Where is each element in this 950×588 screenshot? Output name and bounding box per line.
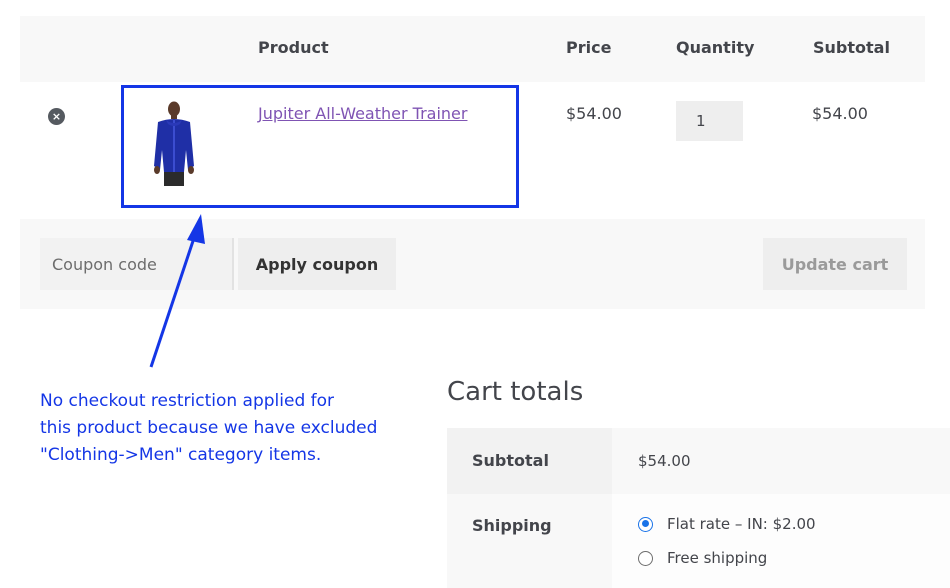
annotation-line-2: this product because we have excluded xyxy=(40,418,378,438)
totals-shipping-label-cell xyxy=(447,494,612,588)
totals-subtotal-value: $54.00 xyxy=(638,452,691,470)
header-product: Product xyxy=(258,38,329,57)
shipping-option-flat-rate[interactable]: Flat rate – IN: $2.00 xyxy=(638,515,816,533)
shipping-option-label: Free shipping xyxy=(667,549,768,567)
header-quantity: Quantity xyxy=(676,38,755,57)
annotation-highlight-box xyxy=(121,85,519,208)
product-price: $54.00 xyxy=(566,104,622,123)
header-price: Price xyxy=(566,38,612,57)
shipping-option-free[interactable]: Free shipping xyxy=(638,549,767,567)
quantity-input[interactable] xyxy=(676,101,743,141)
annotation-line-1: No checkout restriction applied for xyxy=(40,391,335,411)
remove-item-icon[interactable]: × xyxy=(48,108,65,125)
cart-totals-title: Cart totals xyxy=(447,377,584,407)
annotation-note: No checkout restriction applied for this… xyxy=(40,388,440,469)
totals-shipping-value-cell xyxy=(612,494,950,588)
totals-shipping-label: Shipping xyxy=(472,516,552,535)
radio-selected-icon[interactable] xyxy=(638,516,653,532)
totals-subtotal-label: Subtotal xyxy=(472,451,549,470)
cart-table-header: Product Price Quantity Subtotal xyxy=(20,16,925,82)
coupon-code-input[interactable] xyxy=(40,238,234,290)
header-subtotal: Subtotal xyxy=(813,38,890,57)
product-subtotal: $54.00 xyxy=(812,104,868,123)
annotation-line-3: "Clothing->Men" category items. xyxy=(40,445,322,465)
update-cart-button[interactable]: Update cart xyxy=(763,238,907,290)
apply-coupon-button[interactable]: Apply coupon xyxy=(238,238,396,290)
radio-unselected-icon[interactable] xyxy=(638,550,653,566)
shipping-option-label: Flat rate – IN: $2.00 xyxy=(667,515,816,533)
